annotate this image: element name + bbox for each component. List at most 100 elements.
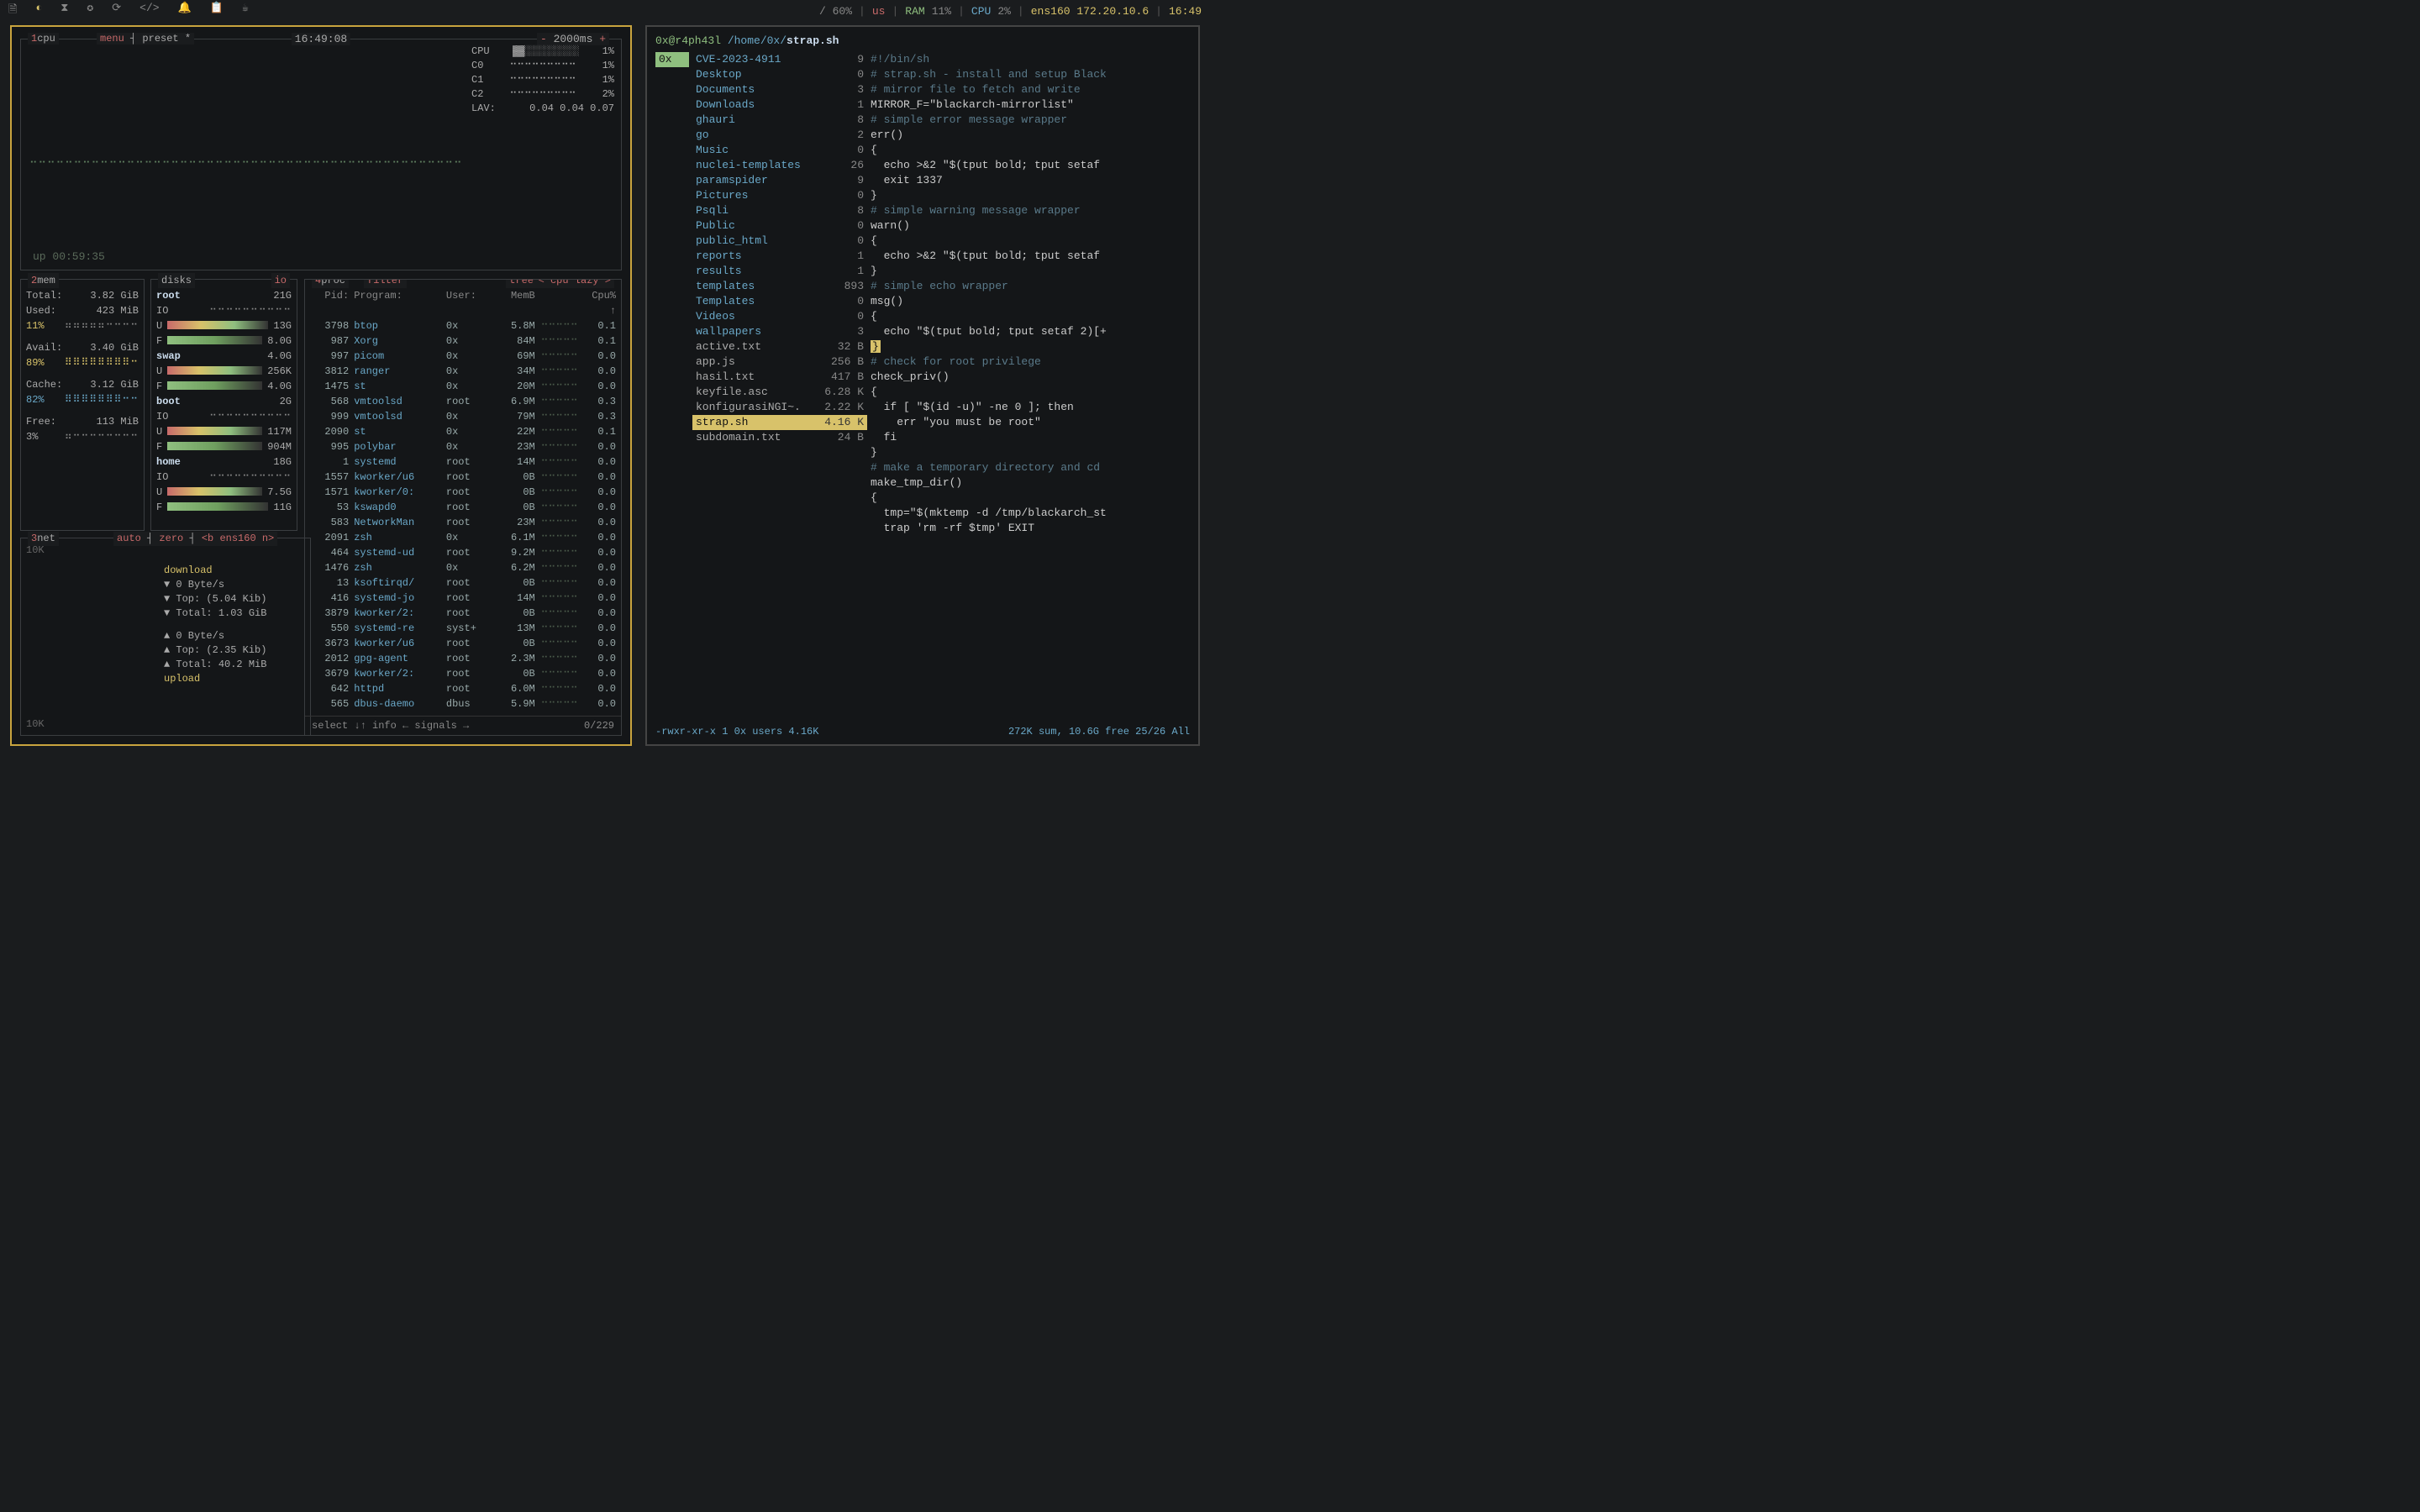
disks-io-toggle[interactable]: io [271,273,290,288]
proc-row[interactable]: 3798btop0x5.8M⠒⠒⠒⠒⠒0.1 [310,318,616,333]
proc-row[interactable]: 1571kworker/0:root0B⠒⠒⠒⠒⠒0.0 [310,485,616,500]
preview-line: echo "$(tput bold; tput setaf 2)[+ [871,324,1190,339]
net-iface[interactable]: <b ens160 n> [202,533,274,544]
proc-box[interactable]: 4proc filter tree < cpu lazy > Pid: Prog… [304,279,622,736]
tray-hourglass-icon[interactable]: ⧗ [60,2,68,20]
preview-line: warn() [871,218,1190,234]
file-row[interactable]: reports1 [692,249,867,264]
tray-bell-icon[interactable]: 🔔 [178,2,192,20]
tray-clipboard-icon[interactable]: 📋 [210,2,224,20]
disk-entry: swap4.0GU256KF4.0G [156,349,292,394]
net-auto[interactable]: auto [117,533,141,544]
preview-line: echo >&2 "$(tput bold; tput setaf [871,158,1190,173]
file-row[interactable]: Videos0 [692,309,867,324]
ranger-path: 0x@r4ph43l /home/0x/strap.sh [655,34,1190,49]
tray-star-icon[interactable]: ✪ [87,2,93,20]
file-row[interactable]: ghauri8 [692,113,867,128]
file-row[interactable]: Templates0 [692,294,867,309]
proc-row[interactable]: 550systemd-resyst+13M⠒⠒⠒⠒⠒0.0 [310,621,616,636]
cpu-menu[interactable]: menu [100,33,124,45]
proc-row[interactable]: 3812ranger0x34M⠒⠒⠒⠒⠒0.0 [310,364,616,379]
file-row[interactable]: results1 [692,264,867,279]
proc-row[interactable]: 568vmtoolsdroot6.9M⠒⠒⠒⠒⠒0.3 [310,394,616,409]
file-row[interactable]: wallpapers3 [692,324,867,339]
tray-coffee-icon[interactable]: ☕ [242,2,249,20]
preview-line: } [871,188,1190,203]
cpu-clock: 16:49:08 [292,33,350,45]
file-row[interactable]: active.txt32 B [692,339,867,354]
proc-footer-count: 0/229 [584,718,614,733]
preview-line: # check for root privilege [871,354,1190,370]
net-box: 3net auto ┤ zero ┤ <b ens160 n> 10K down… [20,538,311,736]
file-row[interactable]: hasil.txt417 B [692,370,867,385]
ranger-preview-col: #!/bin/sh# strap.sh - install and setup … [871,52,1190,680]
cpu-preset[interactable]: preset * [142,33,191,45]
proc-header: Pid: Program: User: MemB Cpu% ↑ [310,288,616,318]
ranger-file-col[interactable]: CVE-2023-49119Desktop0Documents3Download… [692,52,867,680]
tray-file-icon[interactable]: 🗎 [8,2,17,20]
file-row[interactable]: subdomain.txt24 B [692,430,867,445]
file-row[interactable]: Music0 [692,143,867,158]
preview-line: tmp="$(mktemp -d /tmp/blackarch_st [871,506,1190,521]
proc-row[interactable]: 999vmtoolsd0x79M⠒⠒⠒⠒⠒0.3 [310,409,616,424]
disk-entry: boot2GIO⠒⠒⠒⠒⠒⠒⠒⠒⠒⠒U117MF904M [156,394,292,454]
file-row[interactable]: CVE-2023-49119 [692,52,867,67]
network-iface: ens160 172.20.10.6 [1031,5,1149,18]
btop-pane[interactable]: 1cpu menu ┤ preset * 16:49:08 - 2000ms +… [10,25,632,746]
tray-code-icon[interactable]: </> [139,2,159,20]
file-row[interactable]: keyfile.asc6.28 K [692,385,867,400]
file-row[interactable]: app.js256 B [692,354,867,370]
proc-row[interactable]: 1475st0x20M⠒⠒⠒⠒⠒0.0 [310,379,616,394]
proc-mode[interactable]: < cpu lazy > [535,279,614,288]
cpu-interval[interactable]: 2000ms [554,33,593,45]
tray-sync-icon[interactable]: ⟳ [112,2,121,20]
proc-filter[interactable]: filter [364,279,407,288]
file-row[interactable]: nuclei-templates26 [692,158,867,173]
proc-row[interactable]: 2090st0x22M⠒⠒⠒⠒⠒0.1 [310,424,616,439]
proc-row[interactable]: 1systemdroot14M⠒⠒⠒⠒⠒0.0 [310,454,616,470]
preview-line: { [871,234,1190,249]
proc-row[interactable]: 987Xorg0x84M⠒⠒⠒⠒⠒0.1 [310,333,616,349]
preview-line: fi [871,430,1190,445]
file-row[interactable]: public_html0 [692,234,867,249]
proc-row[interactable]: 416systemd-joroot14M⠒⠒⠒⠒⠒0.0 [310,591,616,606]
ranger-pane[interactable]: 0x@r4ph43l /home/0x/strap.sh 0x CVE-2023… [645,25,1200,746]
file-row[interactable]: konfigurasiNGI~.2.22 K [692,400,867,415]
proc-row[interactable]: 1557kworker/u6root0B⠒⠒⠒⠒⠒0.0 [310,470,616,485]
proc-row[interactable]: 3673kworker/u6root0B⠒⠒⠒⠒⠒0.0 [310,636,616,651]
proc-row[interactable]: 3879kworker/2:root0B⠒⠒⠒⠒⠒0.0 [310,606,616,621]
proc-row[interactable]: 997picom0x69M⠒⠒⠒⠒⠒0.0 [310,349,616,364]
proc-row[interactable]: 2012gpg-agentroot2.3M⠒⠒⠒⠒⠒0.0 [310,651,616,666]
proc-row[interactable]: 2091zsh0x6.1M⠒⠒⠒⠒⠒0.0 [310,530,616,545]
uptime: up 00:59:35 [33,250,105,263]
file-row[interactable]: Pictures0 [692,188,867,203]
proc-row[interactable]: 53kswapd0root0B⠒⠒⠒⠒⠒0.0 [310,500,616,515]
file-row[interactable]: paramspider9 [692,173,867,188]
tray-moon-icon[interactable]: ◐ [35,2,42,20]
proc-tree[interactable]: tree [506,279,537,288]
file-row[interactable]: Public0 [692,218,867,234]
file-row[interactable]: strap.sh4.16 K [692,415,867,430]
disk-entry: root21GIO⠒⠒⠒⠒⠒⠒⠒⠒⠒⠒U13GF8.0G [156,288,292,349]
preview-line: check_priv() [871,370,1190,385]
file-row[interactable]: go2 [692,128,867,143]
proc-row[interactable]: 3679kworker/2:root0B⠒⠒⠒⠒⠒0.0 [310,666,616,681]
proc-row[interactable]: 13ksoftirqd/root0B⠒⠒⠒⠒⠒0.0 [310,575,616,591]
ranger-statusbar: -rwxr-xr-x 1 0x users 4.16K 272K sum, 10… [655,724,1190,739]
ram-pct: 11% [932,5,951,18]
proc-row[interactable]: 1476zsh0x6.2M⠒⠒⠒⠒⠒0.0 [310,560,616,575]
preview-line: { [871,309,1190,324]
proc-row[interactable]: 995polybar0x23M⠒⠒⠒⠒⠒0.0 [310,439,616,454]
file-row[interactable]: Downloads1 [692,97,867,113]
preview-line: trap 'rm -rf $tmp' EXIT [871,521,1190,536]
file-row[interactable]: Desktop0 [692,67,867,82]
ranger-parent-col[interactable]: 0x [655,52,689,680]
proc-row[interactable]: 583NetworkManroot23M⠒⠒⠒⠒⠒0.0 [310,515,616,530]
proc-row[interactable]: 464systemd-udroot9.2M⠒⠒⠒⠒⠒0.0 [310,545,616,560]
file-row[interactable]: Documents3 [692,82,867,97]
file-row[interactable]: Psqli8 [692,203,867,218]
net-zero[interactable]: zero [159,533,183,544]
proc-row[interactable]: 642httpdroot6.0M⠒⠒⠒⠒⠒0.0 [310,681,616,696]
proc-row[interactable]: 565dbus-daemodbus5.9M⠒⠒⠒⠒⠒0.0 [310,696,616,711]
file-row[interactable]: templates893 [692,279,867,294]
